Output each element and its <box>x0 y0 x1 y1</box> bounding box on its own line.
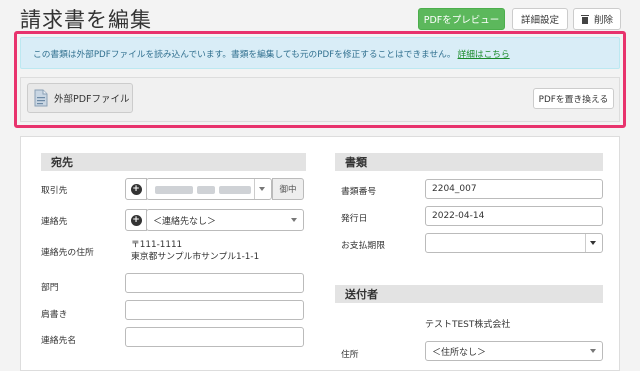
address-postal: 〒111-1111 <box>131 240 183 250</box>
address-label: 連絡先の住所 <box>41 248 94 258</box>
position-label: 肩書き <box>41 310 68 320</box>
contact-name-input[interactable] <box>125 327 304 347</box>
plus-circle-icon: + <box>130 183 142 195</box>
highlight-frame <box>14 31 626 128</box>
contact-name-label: 連絡先名 <box>41 336 77 346</box>
issue-date-label: 発行日 <box>341 214 368 224</box>
add-contact-button[interactable]: + <box>125 209 147 231</box>
document-section-heading: 書類 <box>335 153 603 171</box>
pdf-preview-button[interactable]: PDFをプレビュー <box>418 8 505 30</box>
chevron-down-icon <box>590 241 596 245</box>
issue-date-input[interactable]: 2022-04-14 <box>425 206 603 226</box>
chevron-down-icon <box>590 349 596 353</box>
trash-icon <box>580 14 589 24</box>
issue-date-value: 2022-04-14 <box>432 211 485 221</box>
delete-label: 削除 <box>593 15 613 26</box>
sender-address-label: 住所 <box>341 350 359 360</box>
document-number-value: 2204_007 <box>432 184 477 194</box>
client-label: 取引先 <box>41 186 68 196</box>
plus-circle-icon: + <box>130 214 142 226</box>
recipient-address: 〒111-1111 東京都サンプル市サンプル1-1-1 <box>131 239 259 263</box>
chevron-down-icon <box>259 187 265 191</box>
redacted-client-name <box>155 186 193 194</box>
sender-section-heading: 送付者 <box>335 285 603 303</box>
client-suffix: 御中 <box>272 178 304 200</box>
department-input[interactable] <box>125 273 304 293</box>
client-select[interactable] <box>146 178 272 200</box>
sender-company: テストTEST株式会社 <box>425 320 511 330</box>
sender-address-select[interactable]: ＜住所なし＞ <box>425 341 603 361</box>
contact-label: 連絡先 <box>41 217 68 227</box>
department-label: 部門 <box>41 283 59 293</box>
document-number-label: 書類番号 <box>341 187 377 197</box>
recipient-section-heading: 宛先 <box>41 153 306 171</box>
due-date-select[interactable] <box>425 233 603 253</box>
contact-select[interactable]: ＜連絡先なし＞ <box>146 209 304 231</box>
contact-select-value: ＜連絡先なし＞ <box>153 216 217 227</box>
sender-address-value: ＜住所なし＞ <box>432 347 487 358</box>
position-input[interactable] <box>125 300 304 320</box>
redacted-client-name <box>197 186 215 194</box>
address-street: 東京都サンプル市サンプル1-1-1 <box>131 252 260 262</box>
detail-settings-button[interactable]: 詳細設定 <box>512 8 568 30</box>
delete-button[interactable]: 削除 <box>573 8 621 30</box>
due-date-label: お支払期限 <box>341 241 385 251</box>
document-number-input[interactable]: 2204_007 <box>425 179 603 199</box>
redacted-client-name <box>219 186 251 194</box>
chevron-down-icon <box>291 218 297 222</box>
add-client-button[interactable]: + <box>125 178 147 200</box>
invoice-form-panel: 宛先 取引先 + 御中 連絡先 + ＜連絡先なし＞ 連絡先の住所 〒111-11… <box>20 136 620 371</box>
page-title: 請求書を編集 <box>20 8 152 32</box>
